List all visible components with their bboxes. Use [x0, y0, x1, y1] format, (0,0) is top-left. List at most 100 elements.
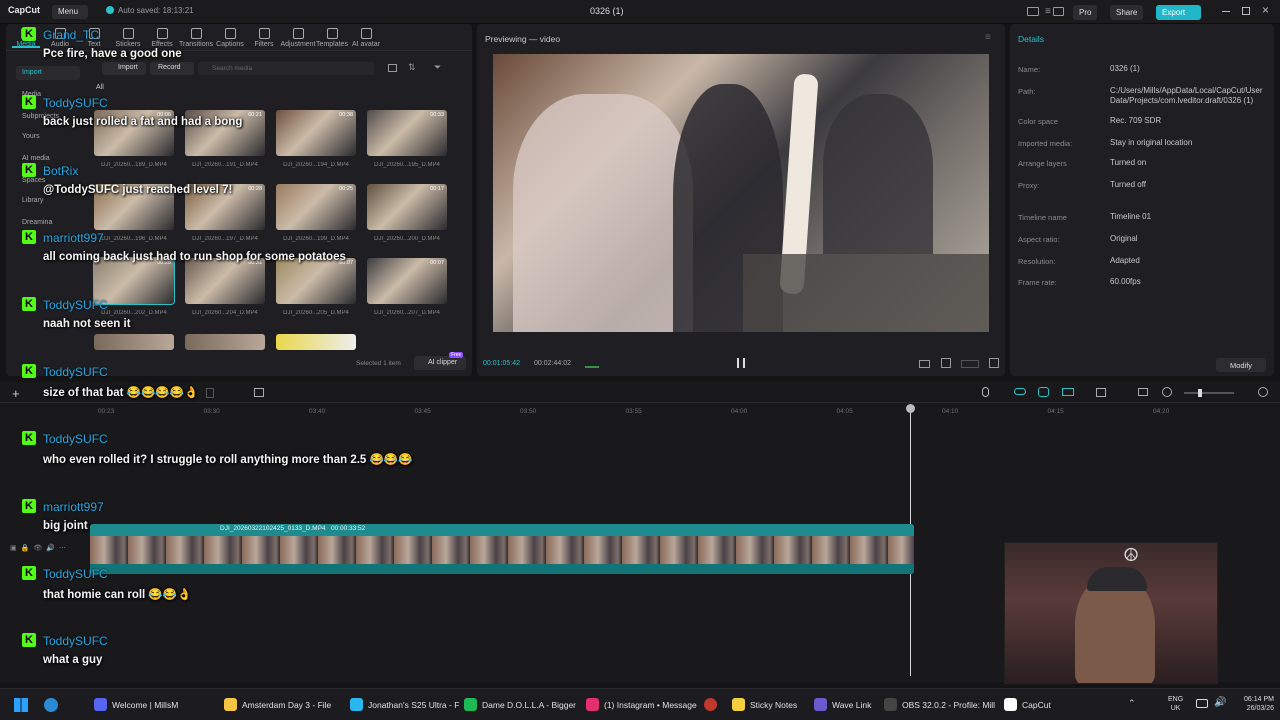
video-frame[interactable] [493, 54, 989, 332]
import-button[interactable]: Import [102, 62, 146, 75]
add-track-icon[interactable]: + [12, 386, 20, 401]
maximize-icon[interactable] [1242, 7, 1250, 15]
app-icon [586, 698, 599, 711]
pro-button[interactable]: Pro [1073, 5, 1098, 20]
record-button[interactable]: Record [150, 62, 194, 75]
media-thumbnail[interactable] [276, 334, 356, 350]
thumbnail-duration: 00:17 [430, 186, 444, 192]
ruler-tick-label: 03:50 [520, 408, 537, 415]
filter-icon[interactable]: ⏷ [434, 62, 441, 73]
details-tab[interactable]: Details [1018, 34, 1044, 44]
clock[interactable]: 06:14 PM 26/03/26 [1234, 695, 1274, 713]
taskbar-app[interactable]: Dame D.O.L.L.A - Bigger [460, 696, 580, 714]
taskbar-app[interactable]: Welcome | MillsM [90, 696, 182, 714]
media-thumbnail[interactable]: 00:33 [367, 110, 447, 156]
taskbar-app[interactable]: Wave Link [810, 696, 875, 714]
link-icon[interactable] [1014, 388, 1026, 395]
zoom-slider-handle[interactable] [1198, 389, 1202, 397]
media-thumbnail[interactable]: 00:07 [367, 258, 447, 304]
taskbar-app[interactable]: Sticky Notes [728, 696, 801, 714]
waveform-icon[interactable] [585, 361, 599, 368]
chat-message: big joint [43, 520, 88, 532]
selected-count: Selected 1 item [356, 360, 401, 367]
tool-ai-avatar[interactable]: AI avatar [346, 28, 386, 48]
thumbnail-label: DJI_20260...195_D.MP4 [374, 162, 440, 168]
tool-label: Adjustment [280, 41, 316, 48]
opera-icon[interactable] [704, 698, 717, 711]
clip-label: DJI_20260322102425_0133_D.MP4 00:00:33:5… [220, 525, 366, 532]
zoom-out-icon[interactable] [1162, 387, 1172, 397]
media-thumbnail[interactable]: 00:38 [276, 110, 356, 156]
minimize-icon[interactable] [1222, 11, 1230, 12]
crop-icon[interactable] [941, 358, 951, 368]
grid-view-icon[interactable] [388, 64, 397, 72]
clock-date: 26/03/26 [1246, 705, 1274, 712]
settings-icon[interactable]: ≡ [1045, 6, 1051, 17]
magnet-icon[interactable] [1038, 387, 1049, 397]
chat-username: ToddySUFC [43, 365, 108, 379]
taskbar-app[interactable]: CapCut [1000, 696, 1055, 714]
monitor-icon[interactable] [1053, 7, 1064, 16]
thumbnail-label: DJI_20260...207_D.MP4 [374, 310, 440, 316]
filter-all[interactable]: All [96, 84, 104, 91]
tray-chevron-icon[interactable]: ⌃ [1128, 698, 1136, 709]
tool-label: Transitions [179, 41, 213, 48]
snap-icon[interactable] [1062, 388, 1074, 396]
playhead-handle[interactable] [906, 404, 915, 413]
taskbar-app[interactable]: OBS 32.0.2 - Profile: Mill [880, 696, 999, 714]
layout-icon[interactable] [1027, 7, 1039, 16]
wifi-icon[interactable] [1196, 699, 1208, 708]
taskbar-app[interactable]: (1) Instagram • Message [582, 696, 701, 714]
transitions-icon [190, 28, 202, 39]
volume-icon[interactable]: 🔊 [1214, 697, 1226, 708]
modify-button[interactable]: Modify [1216, 358, 1266, 372]
chat-message: what a guy [43, 654, 103, 666]
edge-icon[interactable] [44, 698, 58, 712]
search-input[interactable]: Search media [198, 62, 374, 75]
close-icon[interactable]: × [1262, 3, 1269, 17]
quality-icon[interactable] [961, 360, 979, 368]
sort-icon[interactable]: ⇅ [408, 62, 416, 73]
sidebar-item-dreamina[interactable]: Dreamina [16, 216, 80, 230]
adjustment-icon [292, 28, 304, 39]
preview-menu-icon[interactable]: ≡ [985, 32, 991, 43]
media-thumbnail[interactable]: 00:25 [276, 184, 356, 230]
ai-clipper-label: AI clipper [428, 359, 458, 366]
clip-filmstrip [90, 536, 914, 564]
sidebar-item-yours[interactable]: Yours [16, 130, 80, 144]
ruler-tick-label: 03:45 [414, 408, 431, 415]
share-button[interactable]: Share [1110, 5, 1144, 20]
fullscreen-icon[interactable] [989, 358, 999, 368]
thumbnail-duration: 00:07 [430, 260, 444, 266]
ratio-icon[interactable] [919, 360, 930, 368]
app-icon [224, 698, 237, 711]
delete-icon[interactable] [206, 388, 214, 398]
taskbar-app[interactable]: Amsterdam Day 3 - File [220, 696, 335, 714]
media-thumbnail[interactable]: 00:31 [185, 258, 265, 304]
preview-axis-icon[interactable] [1096, 388, 1106, 397]
caption-icon[interactable] [1138, 388, 1148, 396]
media-thumbnail[interactable] [185, 334, 265, 350]
media-thumbnail[interactable] [94, 334, 174, 350]
taskbar-app-label: Wave Link [832, 700, 872, 710]
app-icon [884, 698, 897, 711]
media-thumbnail[interactable]: 00:07 [276, 258, 356, 304]
media-thumbnail[interactable]: 00:17 [367, 184, 447, 230]
taskbar-app[interactable]: Jonathan's S25 Ultra - F [346, 696, 463, 714]
menu-button[interactable]: Menu [52, 5, 88, 19]
lang-indicator[interactable]: ENG UK [1168, 695, 1183, 713]
ai-clipper-button[interactable]: AI clipper [414, 356, 466, 370]
video-clip[interactable]: DJI_20260322102425_0133_D.MP4 00:00:33:5… [90, 524, 914, 574]
thumbnail-label: DJI_20260...191_D.MP4 [192, 162, 258, 168]
split-icon[interactable] [254, 388, 264, 397]
pause-icon[interactable] [737, 358, 745, 368]
zoom-in-icon[interactable] [1258, 387, 1268, 397]
mic-icon[interactable] [982, 387, 989, 397]
templates-icon [326, 28, 338, 39]
sidebar-item-import[interactable]: Import [16, 66, 80, 80]
start-icon[interactable] [14, 698, 28, 712]
detail-value: Adapted [1110, 256, 1140, 265]
sidebar-item-library[interactable]: Library [16, 194, 80, 208]
export-button[interactable]: Export [1156, 5, 1201, 20]
zoom-slider[interactable] [1184, 389, 1234, 397]
